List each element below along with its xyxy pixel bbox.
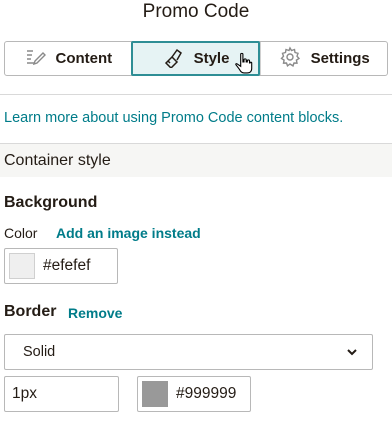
add-image-link[interactable]: Add an image instead xyxy=(56,225,201,241)
background-color-swatch[interactable] xyxy=(9,253,35,279)
chevron-down-icon xyxy=(347,349,357,356)
tab-content[interactable]: Content xyxy=(5,42,131,75)
background-color-value: #efefef xyxy=(43,257,91,274)
divider xyxy=(0,94,392,95)
editor-tabs: Content Style Settings xyxy=(4,41,388,76)
border-width-input[interactable] xyxy=(4,376,119,412)
border-style-value: Solid xyxy=(23,344,56,360)
border-label: Border xyxy=(4,303,57,320)
hand-cursor-icon xyxy=(235,52,253,74)
tab-style-label: Style xyxy=(193,50,230,67)
background-color-field[interactable]: #efefef xyxy=(4,248,118,284)
paint-brush-icon xyxy=(162,46,184,72)
learn-more-link[interactable]: Learn more about using Promo Code conten… xyxy=(4,110,343,126)
tab-style[interactable]: Style xyxy=(130,41,261,76)
container-style-header: Container style xyxy=(0,143,392,177)
tab-settings[interactable]: Settings xyxy=(260,42,387,75)
edit-pen-icon xyxy=(24,46,46,72)
tab-settings-label: Settings xyxy=(310,50,370,67)
panel-title: Promo Code xyxy=(142,1,250,22)
gear-icon xyxy=(279,45,301,72)
color-label: Color xyxy=(4,225,38,241)
border-style-select[interactable]: Solid xyxy=(4,334,373,370)
tab-content-label: Content xyxy=(55,50,113,67)
background-label: Background xyxy=(4,194,98,211)
remove-border-link[interactable]: Remove xyxy=(68,305,122,321)
border-color-value: #999999 xyxy=(176,385,237,402)
border-color-field[interactable]: #999999 xyxy=(137,376,251,412)
border-color-swatch[interactable] xyxy=(142,381,168,407)
